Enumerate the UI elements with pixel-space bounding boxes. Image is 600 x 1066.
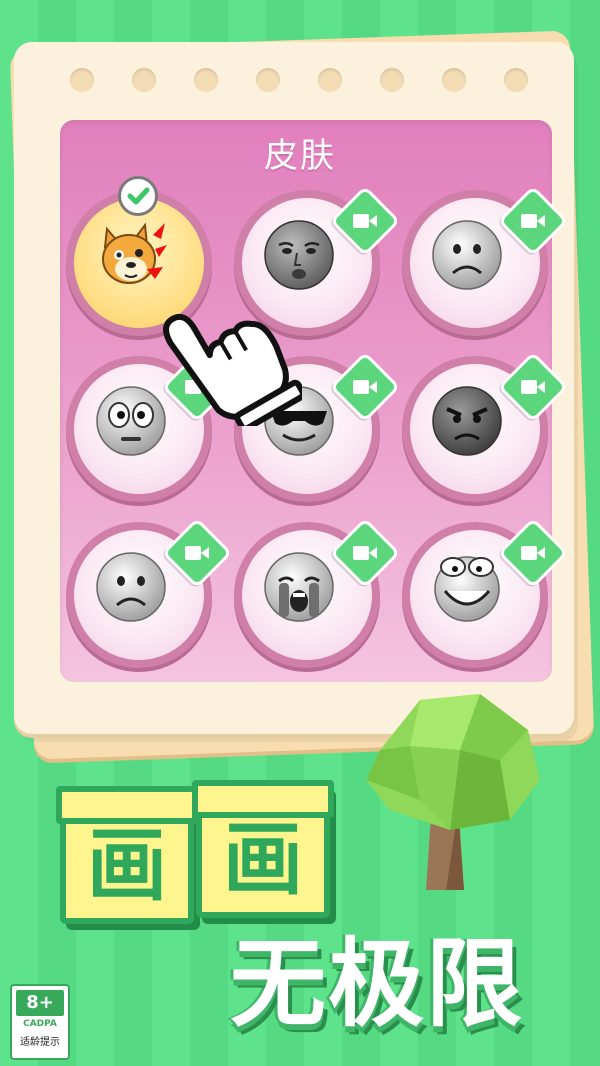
crying-face-icon [263,551,335,623]
age-rating-org: CADPA [23,1019,57,1029]
binding-rings [70,68,540,98]
selected-check-icon [118,176,158,216]
title-block: 画 [192,780,334,918]
skin-slot-sad[interactable] [402,185,569,336]
panel-title: 皮肤 [264,136,336,176]
binding-ring [442,68,466,92]
binding-ring [256,68,280,92]
binding-ring [318,68,342,92]
skin-slot-frown[interactable] [66,517,233,668]
frown-face-icon [95,551,167,623]
angry-face-icon [431,385,503,457]
age-rating-note: 适龄提示 [20,1037,60,1048]
smug-face-icon [431,551,503,623]
binding-ring [132,68,156,92]
skin-slot-crying[interactable] [234,517,401,668]
binding-ring [194,68,218,92]
age-rating-badge: 8+ CADPA 适龄提示 [10,984,70,1060]
title-block: 画 [56,786,198,924]
tree-icon [360,690,550,900]
slogan: 无极限 [230,928,524,1040]
tap-hand-icon [152,276,307,432]
title-char: 画 [87,819,167,912]
title-char: 画 [223,813,303,906]
binding-ring [504,68,528,92]
age-rating-value: 8+ [16,990,64,1016]
sad-face-icon [431,219,503,291]
skin-slot-smug[interactable] [402,517,569,668]
binding-ring [380,68,404,92]
skin-slot-angry[interactable] [402,351,569,502]
binding-ring [70,68,94,92]
